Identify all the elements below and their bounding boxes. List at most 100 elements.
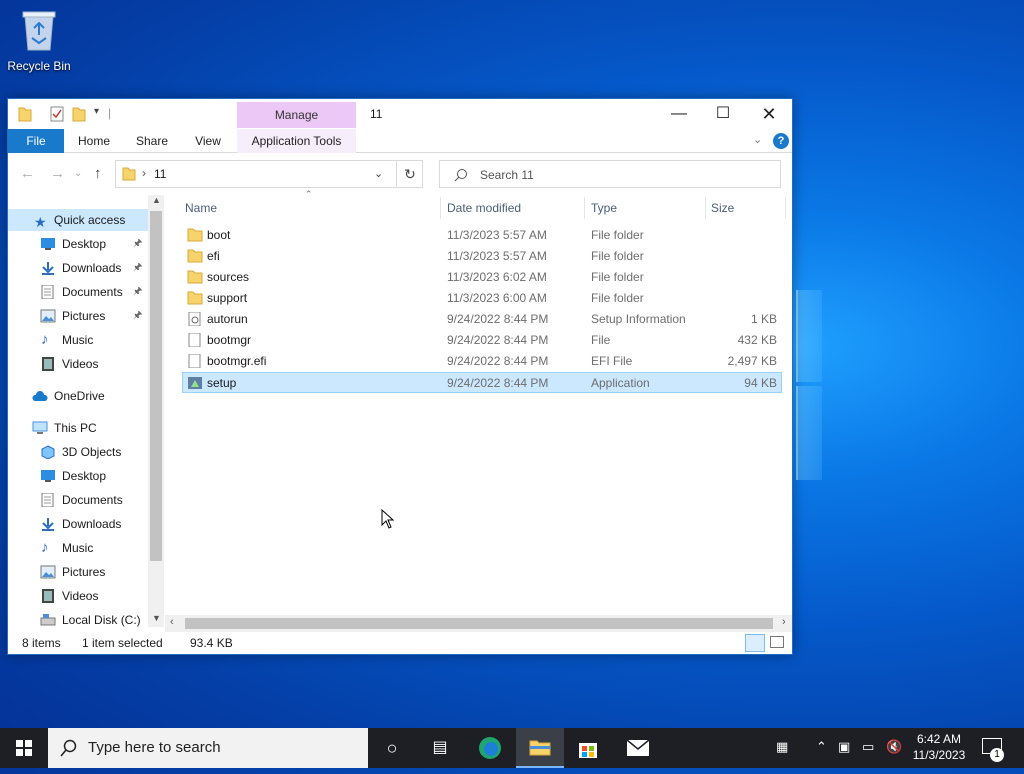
close-button[interactable]: ✕ [746, 99, 792, 129]
task-view-icon[interactable]: ▤ [416, 728, 464, 768]
cloud-icon [32, 391, 48, 401]
edge-browser-icon[interactable] [466, 728, 514, 768]
meet-now-icon[interactable]: ▣ [838, 739, 850, 755]
nav-item-onedrive[interactable]: OneDrive [8, 385, 148, 407]
tab-view[interactable]: View [184, 129, 232, 153]
scroll-down-icon[interactable]: ▼ [152, 613, 161, 623]
properties-icon[interactable] [50, 106, 64, 122]
system-clock[interactable]: 6:42 AM 11/3/2023 [904, 731, 974, 763]
notification-badge: 1 [990, 748, 1004, 762]
file-row-selected[interactable]: setup 9/24/2022 8:44 PM Application 94 K… [182, 372, 782, 393]
nav-item-pc-music[interactable]: ♪ Music [8, 537, 148, 559]
window-title: 11 [370, 107, 383, 121]
file-list-horizontal-scrollbar[interactable]: ‹ › [165, 615, 792, 632]
recycle-bin-icon [22, 11, 56, 51]
help-icon[interactable]: ? [773, 133, 789, 149]
selection-size: 93.4 KB [190, 636, 233, 650]
scrollbar-thumb[interactable] [150, 211, 162, 561]
breadcrumb-segment[interactable]: 11 [154, 167, 166, 181]
forward-arrow-icon[interactable]: → [50, 165, 65, 182]
nav-item-desktop[interactable]: Desktop 🖈 [8, 233, 148, 255]
file-row[interactable]: bootmgr.efi 9/24/2022 8:44 PM EFI File 2… [183, 351, 781, 372]
maximize-button[interactable]: ☐ [700, 99, 746, 129]
folder-icon [187, 270, 203, 284]
tab-application-tools[interactable]: Application Tools [237, 129, 356, 153]
file-row[interactable]: boot 11/3/2023 5:57 AM File folder [183, 225, 781, 246]
nav-item-pc-downloads[interactable]: Downloads [8, 513, 148, 535]
nav-item-local-disk[interactable]: Local Disk (C:) [8, 609, 148, 627]
column-header-name[interactable]: Name [185, 195, 217, 221]
scroll-up-icon[interactable]: ▲ [152, 195, 161, 205]
file-row[interactable]: efi 11/3/2023 5:57 AM File folder [183, 246, 781, 267]
taskbar: Type here to search ○ ▤ ▦ ⌃ ▣ ▭ 🔇 6:42 A… [0, 728, 1024, 768]
tab-home[interactable]: Home [70, 129, 118, 153]
manage-tab-group[interactable]: Manage [237, 102, 356, 128]
customize-quick-access-icon[interactable]: ▾ [94, 106, 99, 122]
file-row[interactable]: autorun 9/24/2022 8:44 PM Setup Informat… [183, 309, 781, 330]
large-icons-view-icon[interactable] [770, 636, 784, 648]
nav-item-videos[interactable]: Videos [8, 353, 148, 375]
back-arrow-icon[interactable]: ← [20, 165, 35, 182]
refresh-icon[interactable]: ↻ [396, 161, 423, 187]
videos-icon [42, 357, 54, 371]
mail-icon[interactable] [614, 728, 662, 768]
volume-muted-icon[interactable]: 🔇 [886, 739, 902, 755]
address-dropdown-icon[interactable]: ⌄ [374, 167, 383, 180]
nav-item-music[interactable]: ♪ Music [8, 329, 148, 351]
mouse-cursor-icon [381, 509, 395, 529]
microsoft-store-icon[interactable] [564, 728, 612, 768]
file-row[interactable]: sources 11/3/2023 6:02 AM File folder [183, 267, 781, 288]
show-hidden-icons-chevron-icon[interactable]: ⌃ [816, 739, 827, 755]
nav-item-3d-objects[interactable]: 3D Objects [8, 441, 148, 463]
recycle-bin-shortcut[interactable]: Recycle Bin [6, 8, 72, 73]
scrollbar-thumb[interactable] [185, 618, 773, 629]
details-view-icon[interactable] [745, 634, 765, 652]
input-indicator-icon[interactable]: ▦ [776, 739, 788, 755]
nav-item-pc-desktop[interactable]: Desktop [8, 465, 148, 487]
setup-application-icon [188, 377, 202, 389]
column-header-date-modified[interactable]: Date modified [447, 195, 521, 221]
new-folder-icon[interactable] [72, 106, 86, 122]
file-explorer-taskbar-icon[interactable] [516, 728, 564, 768]
column-header-type[interactable]: Type [591, 195, 617, 221]
nav-item-pictures[interactable]: Pictures 🖈 [8, 305, 148, 327]
file-row[interactable]: bootmgr 9/24/2022 8:44 PM File 432 KB [183, 330, 781, 351]
nav-item-pc-videos[interactable]: Videos [8, 585, 148, 607]
setup-information-icon [188, 312, 201, 326]
column-divider[interactable] [440, 197, 441, 219]
tab-share[interactable]: Share [128, 129, 176, 153]
taskbar-search-box[interactable]: Type here to search [48, 728, 368, 768]
nav-item-this-pc[interactable]: This PC [8, 417, 148, 439]
downloads-icon [42, 262, 54, 275]
nav-item-downloads[interactable]: Downloads 🖈 [8, 257, 148, 279]
sort-ascending-icon: ⌃ [305, 189, 313, 199]
file-row[interactable]: support 11/3/2023 6:00 AM File folder [183, 288, 781, 309]
nav-item-documents[interactable]: Documents 🖈 [8, 281, 148, 303]
cortana-icon[interactable]: ○ [368, 728, 416, 768]
nav-item-pc-documents[interactable]: Documents [8, 489, 148, 511]
title-separator: | [108, 106, 112, 120]
folder-icon [187, 291, 203, 305]
windows-start-icon[interactable] [0, 728, 48, 768]
desktop-icon [41, 470, 55, 482]
folder-icon [18, 107, 32, 122]
scroll-right-icon[interactable]: › [782, 616, 786, 628]
address-bar[interactable]: › 11 ⌄ ↻ [115, 160, 423, 188]
nav-pane-scrollbar[interactable]: ▲ ▼ [148, 195, 164, 627]
star-icon: ★ [34, 214, 47, 230]
column-divider[interactable] [584, 197, 585, 219]
up-arrow-icon[interactable]: ↑ [94, 165, 102, 182]
column-header-size[interactable]: Size [711, 195, 734, 221]
nav-item-quick-access[interactable]: ★ Quick access [8, 209, 148, 231]
column-divider[interactable] [785, 197, 786, 219]
expand-ribbon-icon[interactable]: ⌄ [753, 133, 762, 146]
network-icon[interactable]: ▭ [862, 739, 874, 755]
minimize-button[interactable]: — [656, 99, 702, 129]
column-divider[interactable] [705, 197, 706, 219]
scroll-left-icon[interactable]: ‹ [170, 616, 174, 628]
search-icon [60, 739, 77, 757]
recent-locations-icon[interactable]: ⌄ [74, 168, 82, 179]
tab-file[interactable]: File [8, 129, 64, 153]
nav-item-pc-pictures[interactable]: Pictures [8, 561, 148, 583]
search-box[interactable]: Search 11 [439, 160, 781, 188]
